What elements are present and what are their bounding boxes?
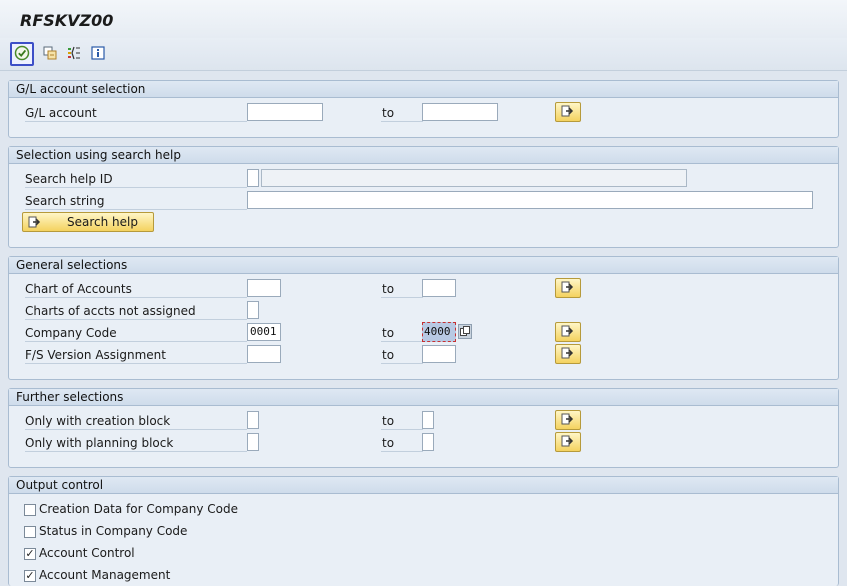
- copy-icon: [460, 325, 470, 339]
- chart-of-accounts-label: Chart of Accounts: [25, 280, 247, 298]
- creation-block-label: Only with creation block: [25, 412, 247, 430]
- charts-not-assigned-label: Charts of accts not assigned: [25, 302, 247, 320]
- gl-account-from-input[interactable]: [247, 103, 323, 121]
- to-label: to: [381, 412, 423, 430]
- account-management-label: Account Management: [39, 568, 171, 582]
- to-label: to: [381, 434, 423, 452]
- multiple-selection-arrow-icon: [561, 435, 575, 450]
- status-company-code-checkbox[interactable]: [24, 526, 36, 538]
- general-selections-group: General selections Chart of Accounts to …: [8, 256, 839, 380]
- further-selections-group: Further selections Only with creation bl…: [8, 388, 839, 468]
- fs-version-from-input[interactable]: [247, 345, 281, 363]
- search-help-button[interactable]: Search help: [22, 212, 154, 232]
- creation-block-multiple-selection-button[interactable]: [555, 410, 581, 430]
- multiple-selection-arrow-icon: [561, 105, 575, 120]
- company-code-to-input[interactable]: 4000: [422, 322, 456, 342]
- get-variant-button[interactable]: [38, 42, 62, 66]
- get-variant-icon: [42, 45, 58, 64]
- fs-version-multiple-selection-button[interactable]: [555, 344, 581, 364]
- to-label: to: [381, 280, 423, 298]
- search-help-id-description: [261, 169, 687, 187]
- output-control-group: Output control Creation Data for Company…: [8, 476, 839, 586]
- execute-icon: [14, 45, 30, 64]
- planning-block-from-input[interactable]: [247, 433, 259, 451]
- status-company-code-label: Status in Company Code: [39, 524, 188, 538]
- creation-data-label: Creation Data for Company Code: [39, 502, 238, 516]
- multiple-selection-arrow-icon: [561, 325, 575, 340]
- multiple-selection-arrow-icon: [28, 216, 42, 231]
- fs-version-to-input[interactable]: [422, 345, 456, 363]
- checkbox-mark: ✓: [25, 569, 35, 582]
- group-title: G/L account selection: [9, 81, 838, 98]
- search-help-id-label: Search help ID: [25, 170, 247, 188]
- creation-block-to-input[interactable]: [422, 411, 434, 429]
- multiple-selection-arrow-icon: [561, 281, 575, 296]
- multiple-selection-arrow-icon: [561, 413, 575, 428]
- gl-account-to-input[interactable]: [422, 103, 498, 121]
- selection-options-button[interactable]: [62, 42, 86, 66]
- company-code-label: Company Code: [25, 324, 247, 342]
- title-bar: RFSKVZ00: [0, 0, 847, 38]
- to-label: to: [381, 324, 423, 342]
- gl-account-selection-group: G/L account selection G/L account to: [8, 80, 839, 138]
- application-toolbar: [0, 38, 847, 71]
- search-help-id-input[interactable]: [247, 169, 259, 187]
- gl-account-label: G/L account: [25, 104, 247, 122]
- selection-options-icon: [66, 45, 82, 64]
- group-title: Selection using search help: [9, 147, 838, 164]
- window-title: RFSKVZ00: [20, 11, 114, 30]
- creation-data-checkbox[interactable]: [24, 504, 36, 516]
- company-code-multiple-selection-button[interactable]: [555, 322, 581, 342]
- creation-block-from-input[interactable]: [247, 411, 259, 429]
- group-title: Output control: [9, 477, 838, 494]
- fs-version-assignment-label: F/S Version Assignment: [25, 346, 247, 364]
- to-label: to: [381, 104, 423, 122]
- chart-of-accounts-multiple-selection-button[interactable]: [555, 278, 581, 298]
- multiple-selection-arrow-icon: [561, 347, 575, 362]
- account-control-label: Account Control: [39, 546, 135, 560]
- planning-block-to-input[interactable]: [422, 433, 434, 451]
- value-help-button[interactable]: [458, 324, 472, 339]
- search-string-input[interactable]: [247, 191, 813, 209]
- gl-account-multiple-selection-button[interactable]: [555, 102, 581, 122]
- checkbox-mark: ✓: [25, 547, 35, 560]
- to-label: to: [381, 346, 423, 364]
- account-control-checkbox[interactable]: ✓: [24, 548, 36, 560]
- search-help-group: Selection using search help Search help …: [8, 146, 839, 248]
- chart-of-accounts-from-input[interactable]: [247, 279, 281, 297]
- execute-button[interactable]: [10, 42, 34, 66]
- chart-of-accounts-to-input[interactable]: [422, 279, 456, 297]
- info-icon: [90, 45, 106, 64]
- info-button[interactable]: [86, 42, 110, 66]
- search-string-label: Search string: [25, 192, 247, 210]
- group-title: Further selections: [9, 389, 838, 406]
- planning-block-multiple-selection-button[interactable]: [555, 432, 581, 452]
- search-help-button-label: Search help: [67, 215, 138, 229]
- planning-block-label: Only with planning block: [25, 434, 247, 452]
- charts-not-assigned-input[interactable]: [247, 301, 259, 319]
- account-management-checkbox[interactable]: ✓: [24, 570, 36, 582]
- group-title: General selections: [9, 257, 838, 274]
- company-code-from-input[interactable]: 0001: [247, 323, 281, 341]
